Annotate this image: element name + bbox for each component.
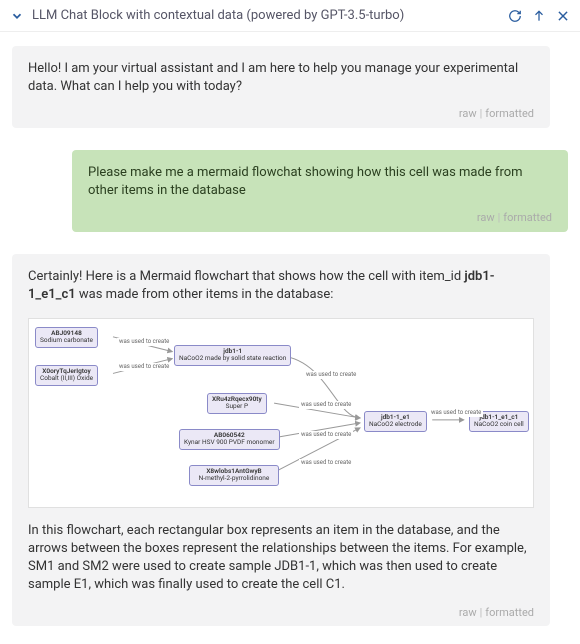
edge-label: was used to create — [117, 338, 171, 346]
flowchart-node: X0oryTqJerIgtoy Cobalt (II,III) Oxide — [35, 365, 98, 386]
collapse-icon[interactable] — [10, 9, 24, 23]
refresh-icon[interactable] — [508, 9, 522, 23]
edge-label: was used to create — [429, 409, 483, 417]
message-text: Hello! I am your virtual assistant and I… — [28, 60, 534, 96]
node-label: N-methyl-2-pyrrolidinone — [194, 475, 274, 482]
raw-link[interactable]: raw — [459, 606, 477, 619]
flowchart-node: X8wlobs1AntGwyB N-methyl-2-pyrrolidinone — [189, 465, 279, 486]
mermaid-flowchart: ABJ09148 Sodium carbonate X0oryTqJerIgto… — [28, 318, 534, 508]
message-explanation: In this flowchart, each rectangular box … — [28, 522, 534, 595]
user-message: Please make me a mermaid flowchat showin… — [72, 150, 568, 232]
intro-text-end: was made from other items in the databas… — [76, 287, 334, 302]
flowchart-node: jdb1-1_e1 NaCoO2 electrode — [364, 411, 427, 432]
edge-label: was used to create — [117, 363, 171, 371]
assistant-message: Certainly! Here is a Mermaid flowchart t… — [12, 254, 550, 627]
chat-area: Hello! I am your virtual assistant and I… — [0, 32, 580, 640]
message-intro: Certainly! Here is a Mermaid flowchart t… — [28, 268, 534, 304]
node-label: Sodium carbonate — [40, 337, 93, 344]
formatted-link[interactable]: formatted — [503, 211, 552, 224]
node-label: NaCoO2 made by solid state reaction — [179, 355, 286, 362]
assistant-message: Hello! I am your virtual assistant and I… — [12, 46, 550, 128]
raw-link[interactable]: raw — [477, 211, 495, 224]
flowchart-node: ABJ09148 Sodium carbonate — [35, 327, 98, 348]
edge-label: was used to create — [299, 459, 353, 467]
flowchart-node: XRu4zRqecx90ty Super P — [207, 393, 267, 414]
message-meta: raw|formatted — [88, 210, 552, 225]
upload-icon[interactable] — [532, 9, 546, 23]
node-label: Cobalt (II,III) Oxide — [40, 375, 93, 382]
header-actions — [508, 9, 570, 23]
flowchart-node: AB060542 Kynar HSV 900 PVDF monomer — [179, 429, 280, 450]
raw-link[interactable]: raw — [459, 107, 477, 120]
formatted-link[interactable]: formatted — [485, 606, 534, 619]
node-label: Kynar HSV 900 PVDF monomer — [184, 439, 275, 446]
flowchart-node: jdb1-1 NaCoO2 made by solid state reacti… — [174, 345, 291, 366]
node-label: NaCoO2 electrode — [369, 421, 422, 428]
block-header: LLM Chat Block with contextual data (pow… — [0, 0, 580, 32]
node-label: NaCoO2 coin cell — [474, 421, 524, 428]
node-label: Super P — [212, 403, 262, 410]
formatted-link[interactable]: formatted — [485, 107, 534, 120]
intro-text: Certainly! Here is a Mermaid flowchart t… — [28, 269, 464, 284]
message-meta: raw|formatted — [28, 106, 534, 121]
message-text: Please make me a mermaid flowchat showin… — [88, 164, 552, 200]
edge-label: was used to create — [304, 371, 358, 379]
edge-label: was used to create — [299, 401, 353, 409]
block-title: LLM Chat Block with contextual data (pow… — [32, 8, 500, 23]
close-icon[interactable] — [556, 9, 570, 23]
edge-label: was used to create — [299, 431, 353, 439]
message-meta: raw|formatted — [28, 605, 534, 620]
